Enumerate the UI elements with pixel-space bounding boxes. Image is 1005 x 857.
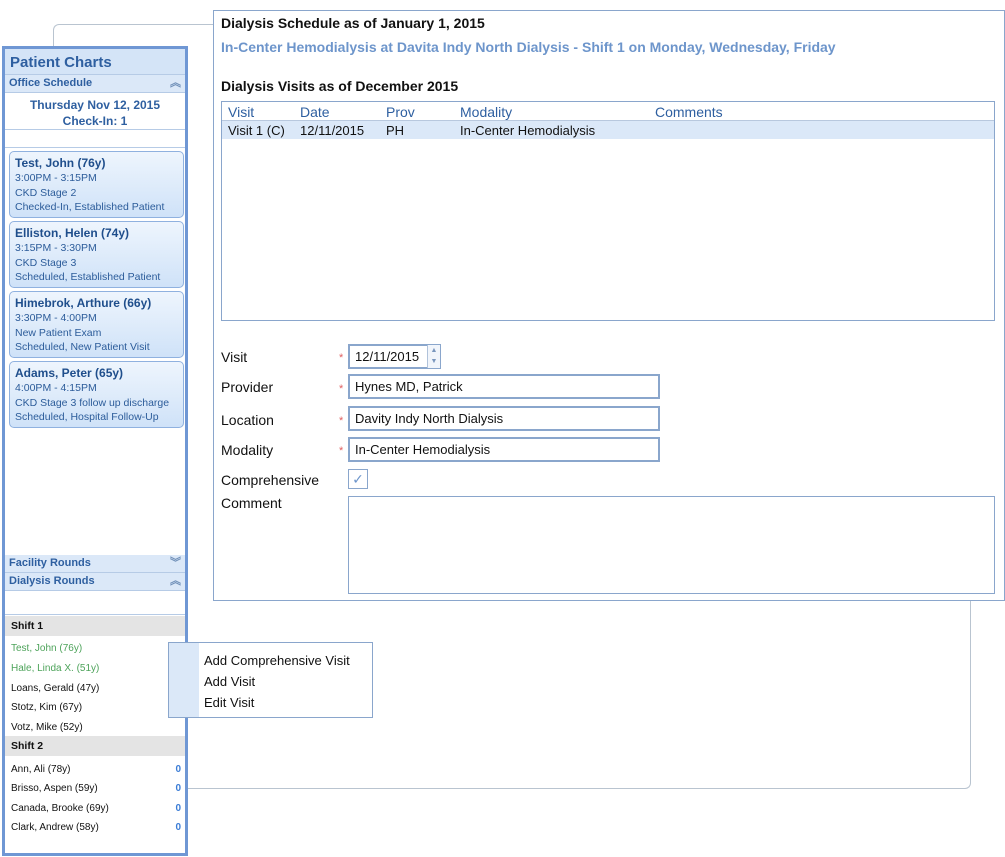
comprehensive-checkbox[interactable]: ✓ — [348, 469, 368, 489]
cell-date: 12/11/2015 — [300, 123, 365, 138]
shift-patient[interactable]: Test, John (76y) — [11, 642, 181, 655]
shift-patient[interactable]: Brisso, Aspen (59y) 0 — [11, 782, 181, 795]
shift-patient-name: Clark, Andrew (58y) — [11, 822, 99, 833]
context-menu: Add Comprehensive Visit Add Visit Edit V… — [168, 642, 373, 718]
schedule-spacer — [5, 130, 185, 148]
visits-grid: Visit Date Prov Modality Comments Visit … — [221, 101, 995, 321]
appointment-time: 4:00PM - 4:15PM — [15, 382, 97, 394]
modality-label: Modality — [221, 442, 274, 458]
office-schedule-header[interactable]: Office Schedule ︽ — [5, 75, 185, 93]
provider-field[interactable]: Hynes MD, Patrick — [348, 374, 660, 399]
comprehensive-label: Comprehensive — [221, 472, 320, 488]
appointment-time: 3:30PM - 4:00PM — [15, 312, 97, 324]
checkmark-icon: ✓ — [352, 471, 364, 487]
patient-name: Elliston, Helen (74y) — [15, 226, 130, 240]
appointment-reason: CKD Stage 3 — [15, 256, 77, 269]
visit-date-value: 12/11/2015 — [355, 349, 420, 364]
appointment-reason: CKD Stage 3 follow up discharge — [15, 396, 170, 409]
panel-title: Patient Charts — [5, 49, 185, 75]
shift-patient[interactable]: Stotz, Kim (67y) — [11, 701, 181, 714]
provider-label: Provider — [221, 379, 274, 395]
required-mark: * — [339, 383, 344, 395]
collapse-icon[interactable]: ︽ — [170, 573, 181, 589]
patient-name: Adams, Peter (65y) — [15, 366, 124, 380]
appointment-card[interactable]: Himebrok, Arthure (66y) 3:30PM - 4:00PM … — [9, 291, 184, 358]
visit-count: 0 — [175, 803, 181, 814]
collapse-icon[interactable]: ︽ — [170, 75, 181, 91]
grid-header: Visit Date Prov Modality Comments — [222, 102, 994, 121]
background-frame — [53, 24, 214, 46]
required-mark: * — [339, 415, 344, 427]
shift-patient[interactable]: Ann, Ali (78y) 0 — [11, 763, 181, 776]
shift-patient[interactable]: Canada, Brooke (69y) 0 — [11, 802, 181, 815]
shift-patient-name: Brisso, Aspen (59y) — [11, 783, 98, 794]
menu-item-add-comprehensive-visit[interactable]: Add Comprehensive Visit — [204, 653, 350, 668]
shift-patient[interactable]: Votz, Mike (52y) — [11, 721, 181, 734]
col-comments[interactable]: Comments — [655, 104, 723, 120]
visit-date-field[interactable]: 12/11/2015 ▲ ▼ — [348, 344, 441, 369]
location-label: Location — [221, 412, 274, 428]
dialysis-rounds-spacer — [5, 591, 185, 615]
table-row[interactable]: Visit 1 (C) 12/11/2015 PH In-Center Hemo… — [222, 121, 994, 139]
office-schedule-label: Office Schedule — [9, 77, 93, 89]
appointment-status: Scheduled, Hospital Follow-Up — [15, 411, 159, 423]
cell-modality: In-Center Hemodialysis — [460, 123, 596, 138]
patient-name: Test, John (76y) — [15, 156, 106, 170]
visit-count: 0 — [175, 764, 181, 775]
checkin-count: Check-In: 1 — [62, 114, 128, 128]
comment-textarea[interactable] — [348, 496, 995, 594]
schedule-date-label: Thursday Nov 12, 2015 — [29, 98, 161, 112]
facility-rounds-label: Facility Rounds — [9, 557, 91, 569]
visit-count: 0 — [175, 783, 181, 794]
visit-count: 0 — [175, 822, 181, 833]
dialysis-schedule-dialog: Dialysis Schedule as of January 1, 2015 … — [213, 10, 1005, 601]
dialog-subtitle: In-Center Hemodialysis at Davita Indy No… — [221, 39, 836, 55]
shift-patient-name: Ann, Ali (78y) — [11, 764, 71, 775]
shift-patient[interactable]: Loans, Gerald (47y) — [11, 682, 181, 695]
dialysis-rounds-label: Dialysis Rounds — [9, 575, 95, 587]
col-date[interactable]: Date — [300, 104, 330, 120]
appointment-card[interactable]: Adams, Peter (65y) 4:00PM - 4:15PM CKD S… — [9, 361, 184, 428]
visit-label: Visit — [221, 349, 248, 365]
spin-down-icon[interactable]: ▼ — [428, 356, 440, 367]
appointment-card[interactable]: Test, John (76y) 3:00PM - 3:15PM CKD Sta… — [9, 151, 184, 218]
cell-prov: PH — [386, 123, 405, 138]
facility-rounds-header[interactable]: Facility Rounds ︾ — [5, 555, 185, 573]
shift-patient[interactable]: Hale, Linda X. (51y) — [11, 662, 181, 675]
comment-label: Comment — [221, 495, 282, 511]
location-field[interactable]: Davity Indy North Dialysis — [348, 406, 660, 431]
col-modality[interactable]: Modality — [460, 104, 512, 120]
appointment-reason: New Patient Exam — [15, 326, 102, 339]
shift-patient-name: Canada, Brooke (69y) — [11, 803, 109, 814]
dialog-title: Dialysis Schedule as of January 1, 2015 — [221, 15, 485, 31]
menu-item-edit-visit[interactable]: Edit Visit — [204, 695, 254, 710]
cell-visit: Visit 1 (C) — [228, 123, 285, 138]
shift-patient[interactable]: Clark, Andrew (58y) 0 — [11, 821, 181, 834]
required-mark: * — [339, 352, 344, 364]
dialysis-rounds-header[interactable]: Dialysis Rounds ︽ — [5, 573, 185, 591]
context-menu-gutter — [169, 643, 199, 717]
patient-charts-panel: Patient Charts Office Schedule ︽ Thursda… — [2, 46, 188, 856]
appointment-reason: CKD Stage 2 — [15, 186, 77, 199]
col-prov[interactable]: Prov — [386, 104, 415, 120]
col-visit[interactable]: Visit — [228, 104, 254, 120]
date-spinner[interactable]: ▲ ▼ — [427, 345, 440, 368]
patient-name: Himebrok, Arthure (66y) — [15, 296, 152, 310]
shift-2-header: Shift 2 — [5, 736, 185, 756]
spin-up-icon[interactable]: ▲ — [428, 345, 440, 356]
menu-item-add-visit[interactable]: Add Visit — [204, 674, 255, 689]
appointment-card[interactable]: Elliston, Helen (74y) 3:15PM - 3:30PM CK… — [9, 221, 184, 288]
appointment-status: Checked-In, Established Patient — [15, 201, 165, 213]
appointment-status: Scheduled, Established Patient — [15, 271, 161, 283]
modality-field[interactable]: In-Center Hemodialysis — [348, 437, 660, 462]
visits-title: Dialysis Visits as of December 2015 — [221, 78, 459, 94]
appointment-status: Scheduled, New Patient Visit — [15, 341, 150, 353]
shift-1-header: Shift 1 — [5, 616, 185, 636]
expand-icon[interactable]: ︾ — [170, 555, 181, 571]
required-mark: * — [339, 445, 344, 457]
schedule-date: Thursday Nov 12, 2015 Check-In: 1 — [5, 93, 185, 130]
appointment-time: 3:00PM - 3:15PM — [15, 172, 97, 184]
appointment-time: 3:15PM - 3:30PM — [15, 242, 97, 254]
